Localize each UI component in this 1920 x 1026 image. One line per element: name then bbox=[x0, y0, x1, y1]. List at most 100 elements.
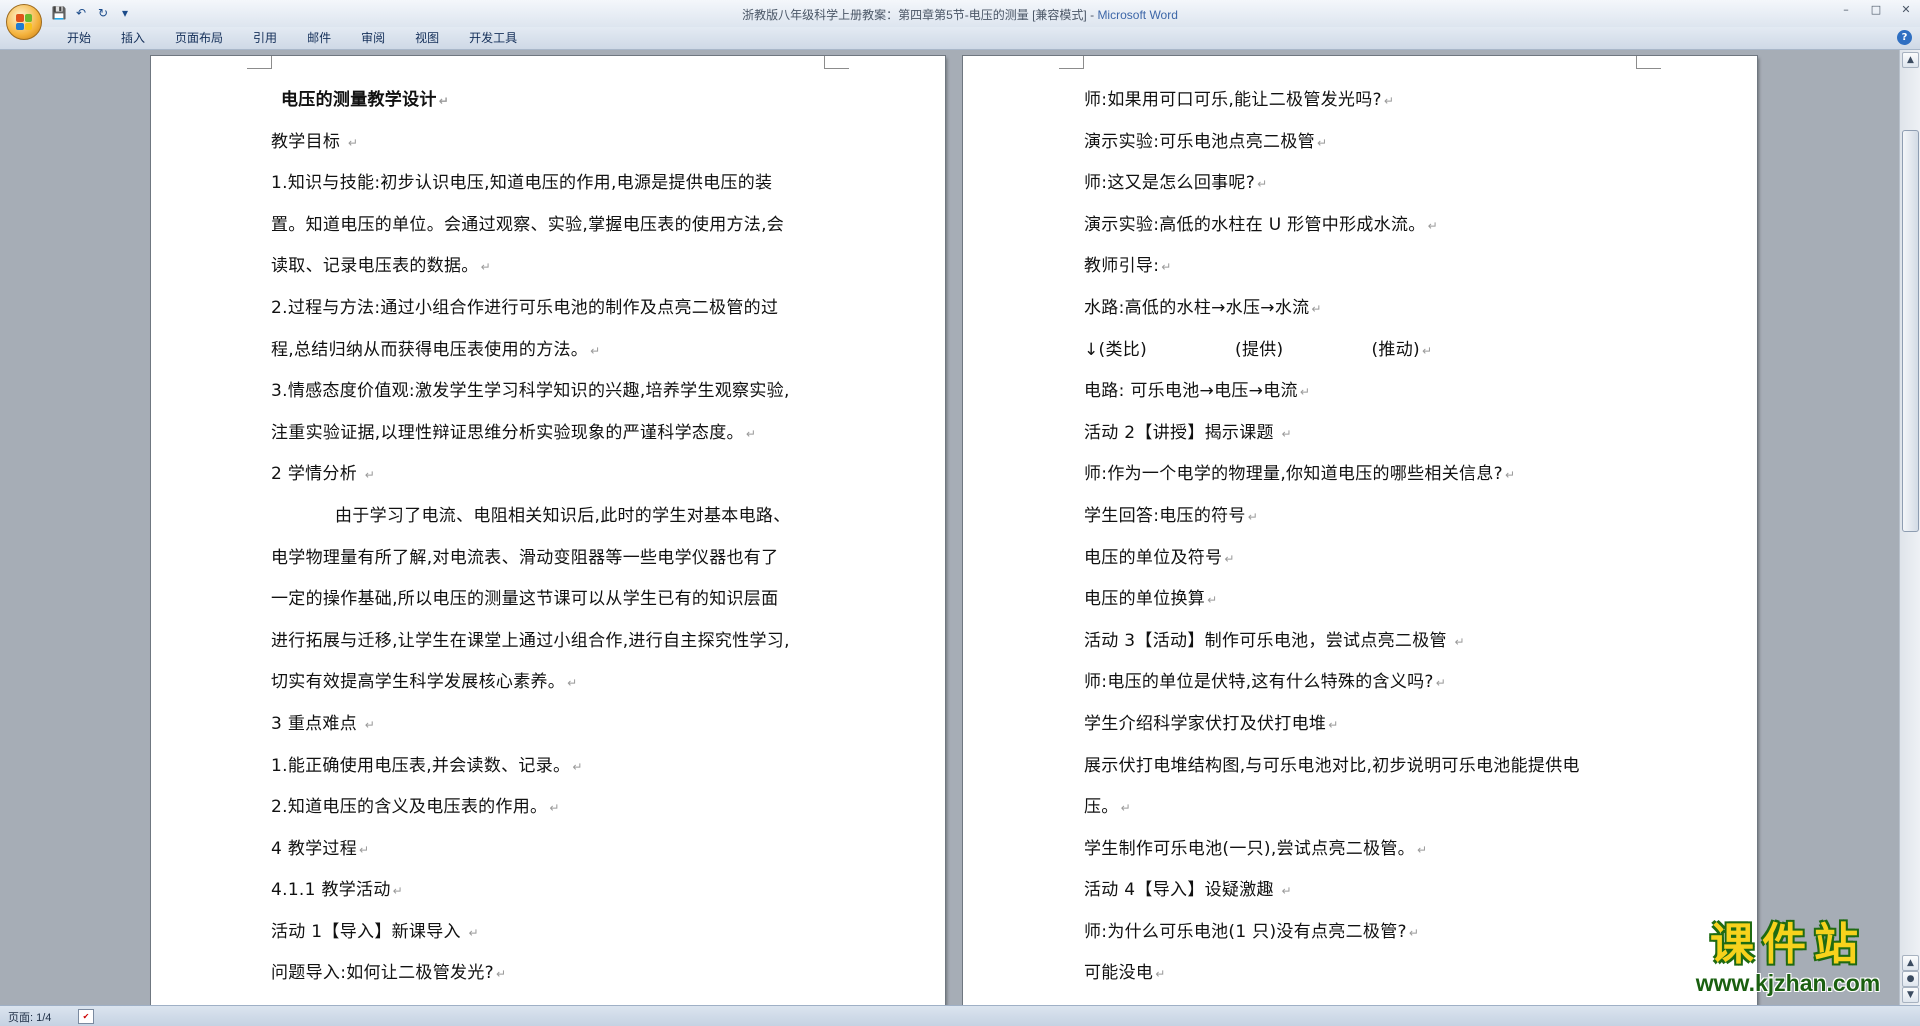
text-line: 演示实验:可乐电池点亮二极管 ↵ bbox=[1084, 131, 1328, 152]
paragraph-mark: ↵ bbox=[745, 426, 757, 441]
text-line: 由于学习了电流、电阻相关知识后,此时的学生对基本电路、 bbox=[335, 505, 791, 526]
text-line: 学生介绍科学家伏打及伏打电堆 ↵ bbox=[1084, 713, 1339, 734]
paragraph-mark: ↵ bbox=[392, 884, 404, 899]
paragraph-mark: ↵ bbox=[1247, 509, 1259, 524]
paragraph-mark: ↵ bbox=[1281, 426, 1292, 441]
paragraph-mark: ↵ bbox=[572, 759, 583, 774]
watermark-url: www.kjzhan.com bbox=[1695, 970, 1881, 996]
paragraph-mark: ↵ bbox=[1427, 218, 1438, 233]
tab-view[interactable]: 视图 bbox=[400, 30, 454, 46]
document-page-2[interactable]: 师:如果用可口可乐,能让二极管发光吗? ↵ 演示实验:可乐电池点亮二极管 ↵ 师:这… bbox=[963, 56, 1757, 1005]
maximize-button[interactable]: □ bbox=[1868, 2, 1884, 18]
tab-insert[interactable]: 插入 bbox=[106, 30, 160, 46]
text-line: 活动 3【活动】制作可乐电池，尝试点亮二极管 ↵ bbox=[1084, 630, 1465, 651]
text-line: 可能没电 ↵ bbox=[1084, 963, 1166, 984]
text-line: 压。 ↵ bbox=[1084, 797, 1131, 818]
document-title: 浙教版八年级科学上册教案：第四章第5节-电压的测量 [兼容模式] - bbox=[742, 8, 1098, 22]
text-line: 教学目标 ↵ bbox=[271, 131, 359, 152]
paragraph-mark: ↵ bbox=[1207, 593, 1218, 608]
text-line: 师:这又是怎么回事呢? ↵ bbox=[1084, 173, 1268, 194]
office-button[interactable] bbox=[6, 4, 42, 40]
margin-corner-mark bbox=[247, 56, 272, 69]
tab-review[interactable]: 审阅 bbox=[346, 30, 400, 46]
text-line: 程,总结归纳从而获得电压表使用的方法。 ↵ bbox=[271, 339, 601, 360]
text-line: 水路:高低的水柱→水压→水流 ↵ bbox=[1084, 297, 1322, 318]
window-title: 浙教版八年级科学上册教案：第四章第5节-电压的测量 [兼容模式] - Micro… bbox=[0, 6, 1920, 23]
text-line: ↓(类比) (提供) (推动) ↵ bbox=[1084, 339, 1433, 360]
text-line: 读取、记录电压表的数据。 ↵ bbox=[271, 256, 491, 277]
app-name: Microsoft Word bbox=[1097, 8, 1178, 22]
page-count[interactable]: 页面: 1/4 bbox=[8, 1009, 51, 1025]
paragraph-mark: ↵ bbox=[1421, 343, 1433, 358]
help-icon[interactable]: ? bbox=[1897, 30, 1912, 45]
margin-corner-mark bbox=[824, 56, 849, 69]
tab-home[interactable]: 开始 bbox=[52, 30, 106, 46]
document-title-line: 电压的测量教学设计 ↵ bbox=[281, 90, 450, 110]
text-line: 3.情感态度价值观:激发学生学习科学知识的兴趣,培养学生观察实验, bbox=[271, 381, 790, 402]
scroll-up-icon[interactable]: ▲ bbox=[1902, 52, 1919, 68]
text-line: 学生制作可乐电池(一只),尝试点亮二极管。 ↵ bbox=[1084, 838, 1428, 859]
text-line: 师:如果用可口可乐,能让二极管发光吗? ↵ bbox=[1084, 90, 1395, 110]
text-line: 2.知道电压的含义及电压表的作用。 ↵ bbox=[271, 797, 560, 818]
paragraph-mark: ↵ bbox=[1155, 967, 1166, 982]
paragraph-mark: ↵ bbox=[1161, 260, 1172, 275]
paragraph-mark: ↵ bbox=[1408, 925, 1420, 940]
paragraph-mark: ↵ bbox=[1224, 551, 1235, 566]
paragraph-mark: ↵ bbox=[1257, 177, 1268, 192]
text-line: 师:作为一个电学的物理量,你知道电压的哪些相关信息? ↵ bbox=[1084, 464, 1516, 485]
tab-developer[interactable]: 开发工具 bbox=[454, 30, 532, 46]
paragraph-mark: ↵ bbox=[1299, 385, 1311, 400]
tab-page-layout[interactable]: 页面布局 bbox=[160, 30, 238, 46]
tab-references[interactable]: 引用 bbox=[238, 30, 292, 46]
proofing-icon[interactable]: ✔ bbox=[78, 1009, 94, 1024]
watermark-logo: 课件站 www.kjzhan.com bbox=[1668, 920, 1908, 997]
status-bar: 页面: 1/4 ✔ bbox=[0, 1005, 1920, 1026]
vertical-scrollbar[interactable]: ▲ ▲ ● ▼ bbox=[1899, 50, 1920, 1005]
paragraph-mark: ↵ bbox=[1316, 135, 1328, 150]
paragraph-mark: ↵ bbox=[468, 925, 479, 940]
window-controls: – □ ✕ bbox=[1838, 2, 1914, 18]
paragraph-mark: ↵ bbox=[359, 842, 370, 857]
paragraph-mark: ↵ bbox=[480, 260, 491, 275]
text-line: 活动 4【导入】设疑激趣 ↵ bbox=[1084, 880, 1292, 901]
margin-corner-mark bbox=[1636, 56, 1661, 69]
office-logo-icon bbox=[16, 14, 32, 30]
text-line: 1.能正确使用电压表,并会读数、记录。 ↵ bbox=[271, 755, 583, 776]
tab-mailings[interactable]: 邮件 bbox=[292, 30, 346, 46]
text-line: 电压的单位换算 ↵ bbox=[1084, 589, 1218, 610]
text-line: 师:电压的单位是伏特,这有什么特殊的含义吗? ↵ bbox=[1084, 672, 1447, 693]
paragraph-mark: ↵ bbox=[1328, 717, 1339, 732]
page-1-text: 电压的测量教学设计 ↵ 教学目标 ↵ 1.知识与技能:初步认识电压,知道电压的作用… bbox=[271, 80, 831, 995]
watermark-title: 课件站 bbox=[1710, 919, 1866, 970]
paragraph-mark: ↵ bbox=[364, 717, 376, 732]
margin-corner-mark bbox=[1059, 56, 1084, 69]
paragraph-mark: ↵ bbox=[1311, 301, 1322, 316]
text-line: 演示实验:高低的水柱在 U 形管中形成水流。 ↵ bbox=[1084, 214, 1438, 235]
document-page-1[interactable]: 电压的测量教学设计 ↵ 教学目标 ↵ 1.知识与技能:初步认识电压,知道电压的作用… bbox=[151, 56, 945, 1005]
paragraph-mark: ↵ bbox=[438, 94, 450, 108]
paragraph-mark: ↵ bbox=[1416, 842, 1428, 857]
document-area: 电压的测量教学设计 ↵ 教学目标 ↵ 1.知识与技能:初步认识电压,知道电压的作用… bbox=[0, 50, 1900, 1005]
paragraph-mark: ↵ bbox=[1383, 94, 1395, 108]
text-line: 电压的单位及符号 ↵ bbox=[1084, 547, 1235, 568]
paragraph-mark: ↵ bbox=[1454, 634, 1465, 649]
paragraph-mark: ↵ bbox=[1504, 468, 1516, 483]
text-line: 活动 2【讲授】揭示课题 ↵ bbox=[1084, 422, 1292, 443]
text-line: 切实有效提高学生科学发展核心素养。 ↵ bbox=[271, 672, 578, 693]
text-line: 进行拓展与迁移,让学生在课堂上通过小组合作,进行自主探究性学习, bbox=[271, 630, 790, 651]
close-button[interactable]: ✕ bbox=[1898, 2, 1914, 18]
paragraph-mark: ↵ bbox=[1120, 801, 1131, 816]
text-line: 学生回答:电压的符号 ↵ bbox=[1084, 505, 1259, 526]
text-line: 3 重点难点 ↵ bbox=[271, 713, 376, 734]
text-line: 电路: 可乐电池→电压→电流 ↵ bbox=[1084, 381, 1311, 402]
minimize-button[interactable]: – bbox=[1838, 2, 1854, 18]
text-line: 电学物理量有所了解,对电流表、滑动变阻器等一些电学仪器也有了 bbox=[271, 547, 779, 568]
text-line: 一定的操作基础,所以电压的测量这节课可以从学生已有的知识层面 bbox=[271, 589, 779, 610]
paragraph-mark: ↵ bbox=[590, 343, 601, 358]
page-2-text: 师:如果用可口可乐,能让二极管发光吗? ↵ 演示实验:可乐电池点亮二极管 ↵ 师:这… bbox=[1084, 80, 1644, 995]
text-line: 问题导入:如何让二极管发光? ↵ bbox=[271, 963, 507, 984]
text-line: 教师引导: ↵ bbox=[1084, 256, 1172, 277]
scroll-thumb[interactable] bbox=[1902, 130, 1919, 532]
paragraph-mark: ↵ bbox=[495, 967, 507, 982]
text-line: 师:为什么可乐电池(1 只)没有点亮二极管? ↵ bbox=[1084, 921, 1420, 942]
